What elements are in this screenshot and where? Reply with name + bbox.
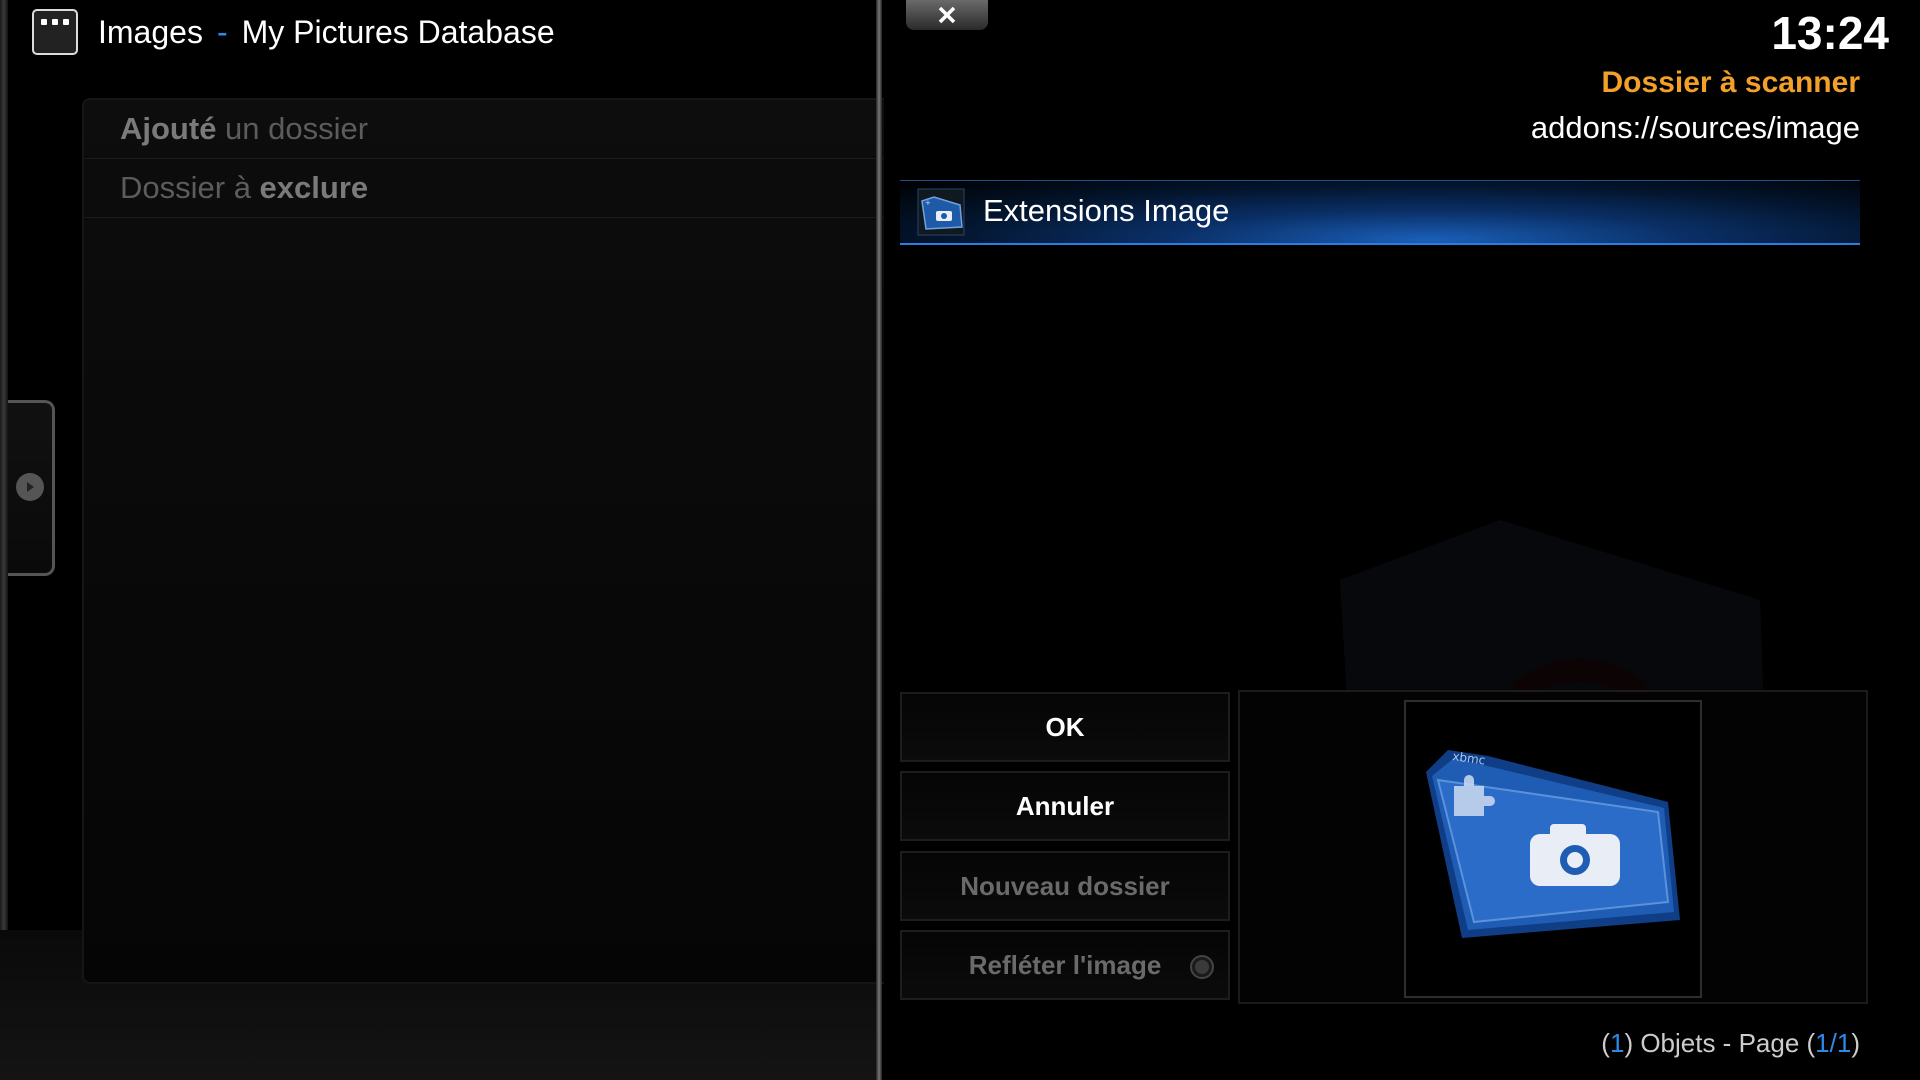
left-edge	[0, 0, 8, 1080]
list-item-bold: exclure	[259, 170, 369, 205]
list-item-add-folder[interactable]: Ajouté un dossier	[84, 100, 884, 159]
side-menu-arrow-icon[interactable]	[16, 473, 44, 501]
window-header: Images - My Pictures Database	[32, 6, 555, 58]
folder-camera-icon: +	[917, 188, 965, 236]
list-item-text: Dossier à	[120, 170, 260, 205]
selected-item-label: Extensions Image	[983, 193, 1230, 228]
cancel-button-label: Annuler	[1015, 790, 1115, 821]
clock: 13:24	[1771, 7, 1889, 59]
item-count-footer: (1) Objets - Page (1/1)	[1601, 1028, 1860, 1059]
mirror-image-label: Refléter l'image	[968, 949, 1162, 980]
ok-button-label: OK	[1045, 711, 1085, 742]
cancel-button[interactable]: Annuler	[900, 771, 1230, 841]
file-list-item-selected[interactable]: + Extensions Image	[900, 180, 1860, 245]
item-count: 1	[1609, 1028, 1625, 1058]
mirror-image-toggle[interactable]: Refléter l'image	[900, 930, 1230, 1000]
xbmc-image-addon-folder-icon: xbmc	[1426, 749, 1680, 938]
close-icon	[938, 6, 956, 24]
menu-dots-icon	[32, 9, 78, 55]
current-path: addons://sources/image	[1530, 110, 1860, 145]
radio-toggle-icon[interactable]	[1190, 955, 1214, 979]
dialog-title: Dossier à scanner	[1601, 66, 1860, 99]
new-folder-button-label: Nouveau dossier	[960, 870, 1170, 901]
ok-button[interactable]: OK	[900, 692, 1230, 762]
svg-text:+: +	[925, 199, 931, 207]
source-options-list: Ajouté un dossier Dossier à exclure	[82, 98, 884, 984]
page-indicator: 1/1	[1815, 1028, 1852, 1058]
thumbnail-frame: xbmc	[1404, 700, 1702, 998]
header-subtitle: My Pictures Database	[241, 13, 555, 50]
list-item-exclude-folder[interactable]: Dossier à exclure	[84, 159, 884, 218]
footer-middle: ) Objets - Page (	[1624, 1028, 1816, 1058]
header-separator: -	[216, 13, 228, 50]
close-button[interactable]	[906, 0, 988, 30]
panel-divider	[876, 0, 882, 1080]
footer-paren-open: (	[1601, 1028, 1610, 1058]
new-folder-button[interactable]: Nouveau dossier	[900, 851, 1230, 921]
list-item-text: un dossier	[216, 111, 369, 146]
header-section: Images	[98, 13, 203, 50]
list-item-bold: Ajouté	[120, 111, 217, 146]
footer-paren-close: )	[1851, 1028, 1860, 1058]
